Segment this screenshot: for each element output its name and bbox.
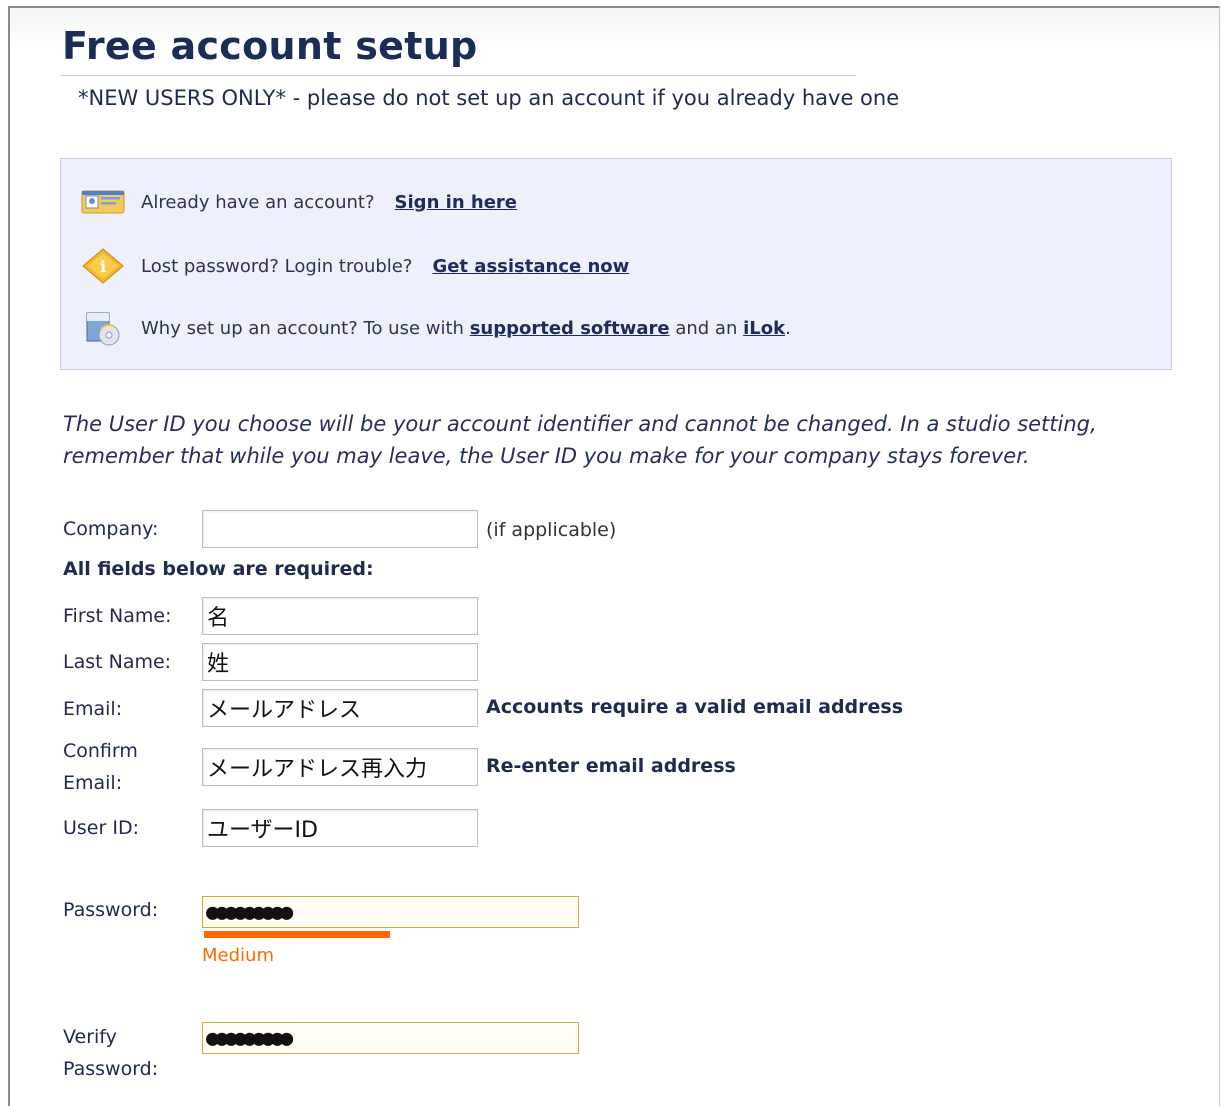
company-input[interactable] xyxy=(202,510,478,548)
user-id-explanation: The User ID you choose will be your acco… xyxy=(63,412,1097,468)
supported-software-link[interactable]: supported software xyxy=(470,318,670,339)
email-hint: Accounts require a valid email address xyxy=(486,696,904,718)
confirm-email-label-line1: Confirm xyxy=(63,740,138,762)
assistance-prompt: Lost password? Login trouble? xyxy=(141,255,413,277)
why-account-text: Why set up an account? To use with suppo… xyxy=(141,318,791,339)
sign-in-link[interactable]: Sign in here xyxy=(395,192,517,213)
password-input[interactable] xyxy=(202,896,579,928)
ilok-link[interactable]: iLok xyxy=(743,318,785,339)
info-icon: i xyxy=(81,248,125,284)
verify-password-label-line2: Password: xyxy=(63,1058,159,1080)
confirm-email-hint: Re-enter email address xyxy=(486,755,736,777)
email-label: Email: xyxy=(63,698,123,720)
get-assistance-link[interactable]: Get assistance now xyxy=(432,256,629,277)
password-label: Password: xyxy=(63,899,159,921)
software-box-icon xyxy=(81,311,125,346)
svg-text:i: i xyxy=(100,257,106,276)
required-fields-note: All fields below are required: xyxy=(63,558,374,580)
company-hint: (if applicable) xyxy=(486,519,617,541)
user-id-input[interactable] xyxy=(202,809,478,847)
new-users-notice: *NEW USERS ONLY* - please do not set up … xyxy=(78,86,900,110)
assistance-row: i Lost password? Login trouble? Get assi… xyxy=(81,248,629,284)
why-account-middle: and an xyxy=(675,317,738,339)
signin-row: Already have an account? Sign in here xyxy=(81,185,517,219)
user-id-label: User ID: xyxy=(63,817,139,839)
password-strength-label: Medium xyxy=(202,945,274,966)
confirm-email-label-line2: Email: xyxy=(63,772,123,794)
email-input[interactable] xyxy=(202,689,478,727)
why-account-prefix: Why set up an account? To use with xyxy=(141,317,464,339)
verify-password-input[interactable] xyxy=(202,1022,579,1054)
why-account-row: Why set up an account? To use with suppo… xyxy=(81,311,791,346)
last-name-label: Last Name: xyxy=(63,651,172,673)
verify-password-label-line1: Verify xyxy=(63,1026,117,1048)
password-strength-bar xyxy=(204,931,390,938)
first-name-input[interactable] xyxy=(202,597,478,635)
id-card-icon xyxy=(81,185,125,219)
signin-prompt: Already have an account? xyxy=(141,191,375,213)
company-label: Company: xyxy=(63,518,159,540)
page-title: Free account setup xyxy=(62,24,478,68)
why-account-period: . xyxy=(785,317,791,339)
last-name-input[interactable] xyxy=(202,643,478,681)
title-divider xyxy=(60,75,856,76)
first-name-label: First Name: xyxy=(63,605,172,627)
confirm-email-input[interactable] xyxy=(202,748,478,786)
help-info-box: Already have an account? Sign in here i … xyxy=(60,158,1172,370)
